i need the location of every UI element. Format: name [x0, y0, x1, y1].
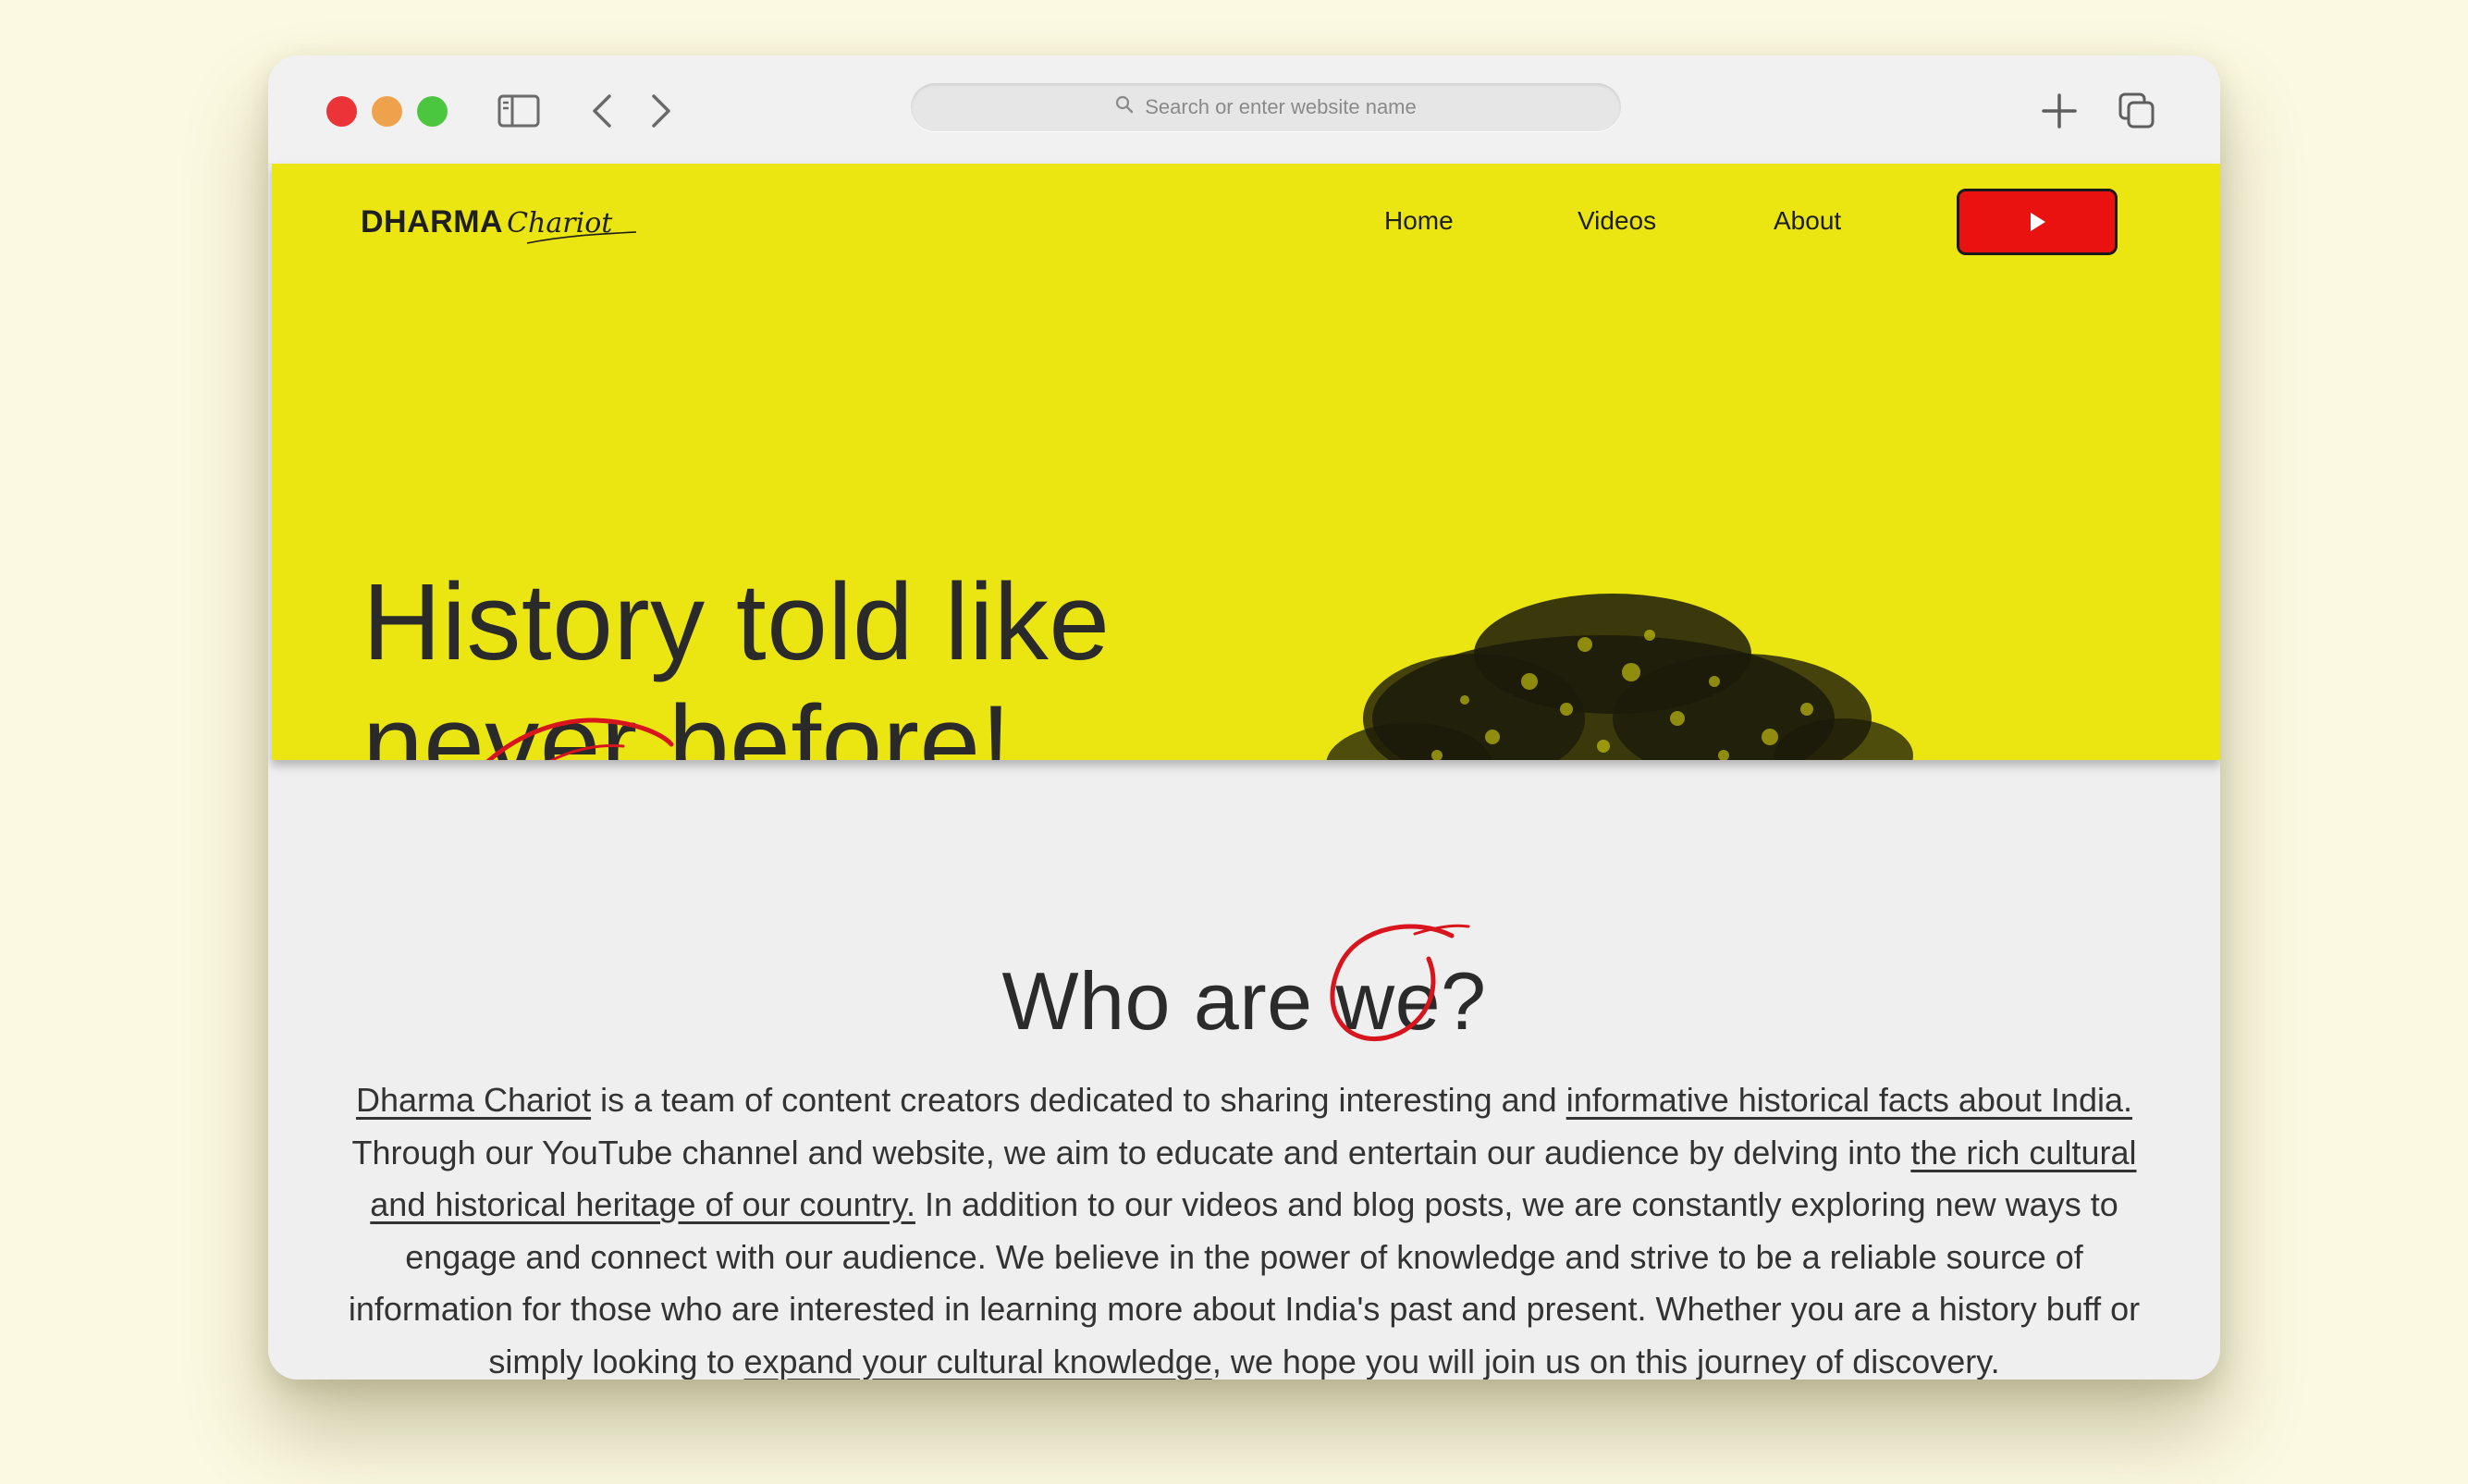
url-placeholder: Search or enter website name	[1145, 95, 1417, 118]
play-icon	[2031, 213, 2045, 231]
nav-home[interactable]: Home	[1384, 206, 1454, 236]
about-paragraph: Dharma Chariot is a team of content crea…	[324, 1074, 2165, 1380]
hero-section: DHARMA Chariot Home Videos About History…	[272, 164, 2220, 760]
link-dharma-chariot[interactable]: Dharma Chariot	[356, 1081, 591, 1119]
logo-wordmark: DHARMA	[361, 204, 504, 239]
link-historical-facts[interactable]: informative historical facts about India…	[1566, 1081, 2132, 1119]
scribble-circle-icon	[1330, 924, 1470, 1041]
tabs-icon[interactable]	[2116, 91, 2158, 131]
chevron-right-icon[interactable]	[647, 91, 675, 131]
youtube-button[interactable]	[1957, 189, 2118, 255]
chevron-left-icon[interactable]	[588, 91, 616, 131]
about-text-1: is a team of content creators dedicated …	[591, 1081, 1566, 1119]
minimize-window-button[interactable]	[372, 96, 402, 127]
about-title: Who are we?	[1001, 955, 1487, 1047]
logo-swash-icon	[526, 231, 637, 244]
url-bar[interactable]: Search or enter website name	[911, 83, 1621, 131]
nav-videos[interactable]: Videos	[1578, 206, 1656, 236]
nav-about[interactable]: About	[1774, 206, 1841, 236]
plus-icon[interactable]	[2039, 91, 2080, 131]
about-section: Who are we? Dharma Chariot is a team of …	[268, 760, 2220, 1380]
link-cultural-knowledge[interactable]: expand your cultural knowledge	[744, 1343, 1212, 1380]
site-logo[interactable]: DHARMA Chariot	[361, 204, 637, 244]
search-icon	[1115, 95, 1134, 119]
scribble-circle-icon	[485, 717, 674, 760]
browser-toolbar: Search or enter website name	[268, 55, 2220, 165]
browser-window: Search or enter website name DHARMA Char…	[268, 55, 2220, 1380]
sidebar-icon[interactable]	[497, 91, 541, 131]
about-text-4: , we hope you will join us on this journ…	[1211, 1342, 2000, 1380]
maximize-window-button[interactable]	[417, 96, 448, 127]
about-text-2: Through our YouTube channel and website,…	[351, 1133, 1911, 1171]
hero-line-1: History told like	[362, 561, 1111, 683]
close-window-button[interactable]	[326, 96, 357, 127]
tree-illustration	[1326, 594, 1913, 760]
